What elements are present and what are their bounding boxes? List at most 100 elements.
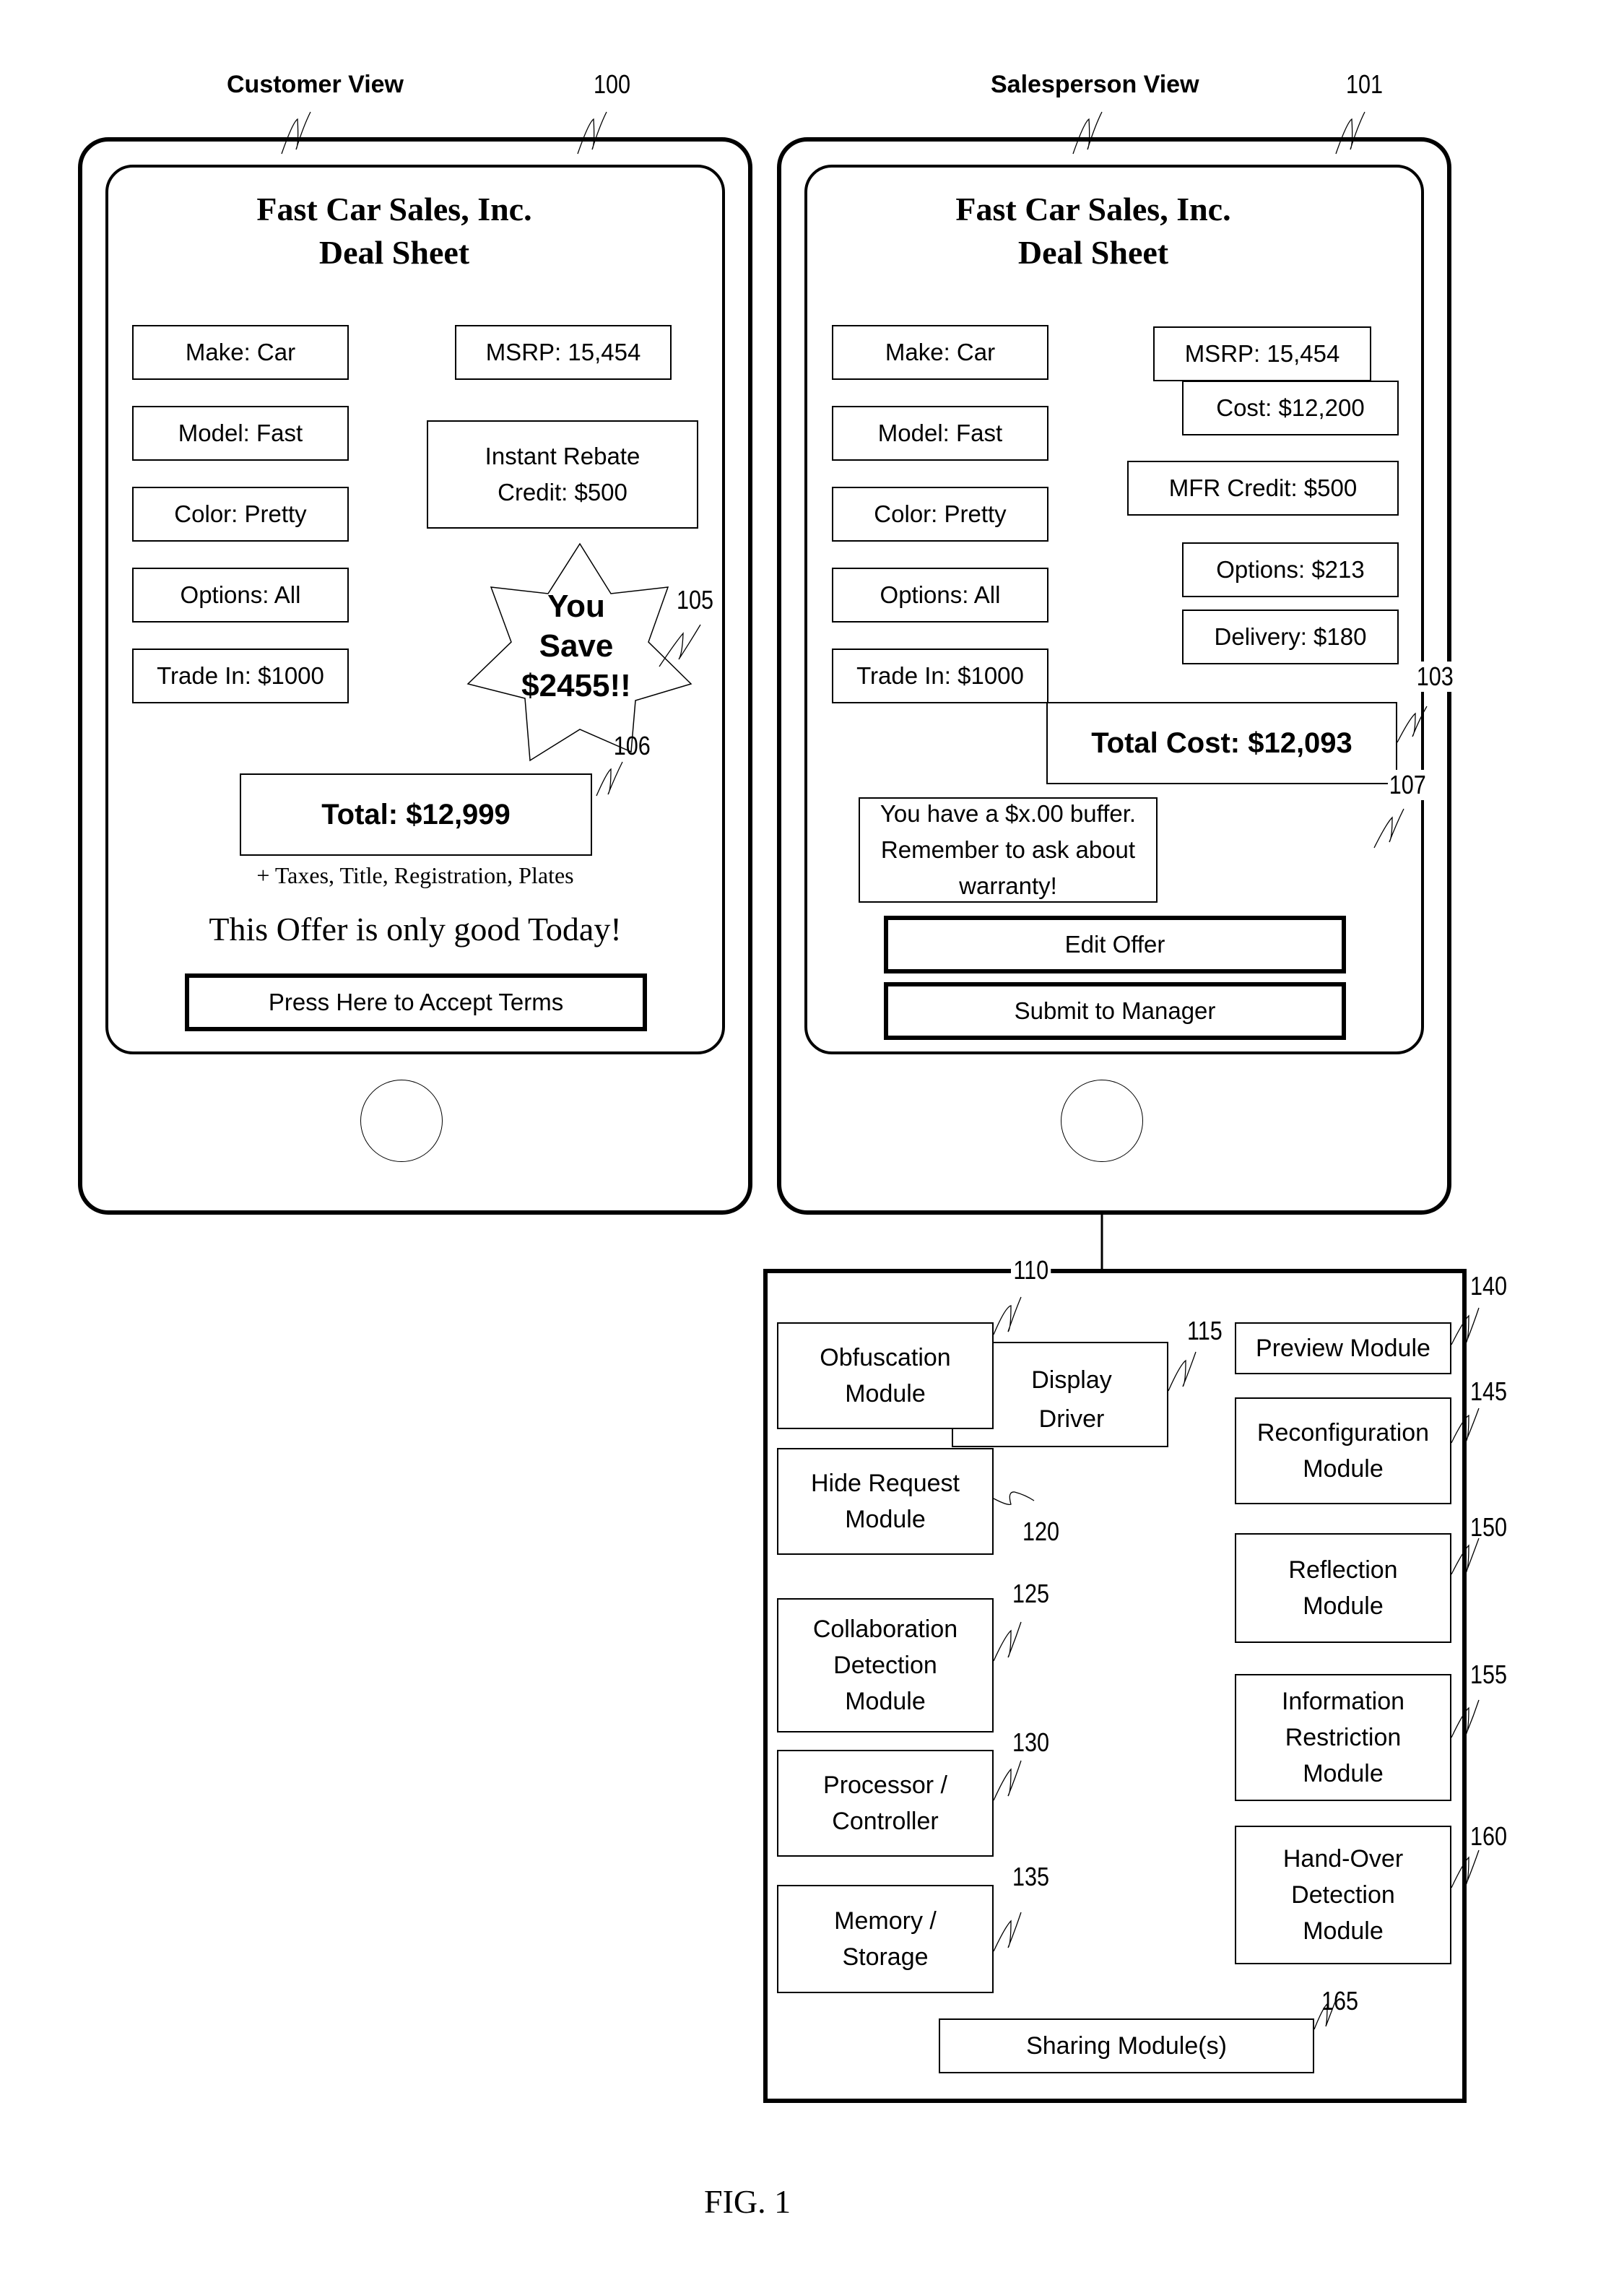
info-restriction-line1: Information <box>1281 1688 1405 1715</box>
memory-line2: Storage <box>842 1943 929 1971</box>
ref-107: 107 <box>1388 770 1428 800</box>
edit-offer-button[interactable]: Edit Offer <box>884 916 1346 973</box>
sales-cost-text-front: Cost: $12,200 <box>1216 394 1365 421</box>
reconfiguration-module: Reconfiguration Module <box>1235 1397 1451 1504</box>
ref-140: 140 <box>1470 1271 1508 1301</box>
customer-trade-in-text: Trade In: $1000 <box>157 662 324 689</box>
sales-total-cost-text: Total Cost: $12,093 <box>1091 727 1352 759</box>
ref-150: 150 <box>1470 1512 1508 1542</box>
reflection-module: Reflection Module <box>1235 1533 1451 1643</box>
ref-145: 145 <box>1470 1376 1508 1406</box>
customer-model-text: Model: Fast <box>178 420 303 446</box>
memory-storage-module: Memory / Storage <box>777 1885 994 1993</box>
collaboration-line3: Module <box>845 1688 926 1715</box>
sales-make-text: Make: Car <box>885 339 996 365</box>
sales-buffer-note: You have a $x.00 buffer. Remember to ask… <box>859 797 1158 903</box>
salesperson-view-label: Salesperson View <box>991 71 1199 98</box>
sales-mfr-credit-text: MFR Credit: $500 <box>1168 474 1358 501</box>
salesperson-home-button[interactable] <box>1061 1080 1143 1162</box>
sales-options-text: Options: All <box>880 581 1001 608</box>
hand-over-line2: Detection <box>1291 1881 1395 1909</box>
customer-home-button[interactable] <box>360 1080 443 1162</box>
sales-delivery-field: Delivery: $180 <box>1182 610 1399 664</box>
customer-msrp-text: MSRP: 15,454 <box>485 339 641 365</box>
customer-view-label: Customer View <box>227 71 404 98</box>
display-driver-line1: Display <box>1031 1366 1112 1394</box>
preview-module: Preview Module <box>1235 1322 1451 1374</box>
memory-line1: Memory / <box>834 1907 937 1935</box>
hide-request-line1: Hide Request <box>810 1470 960 1497</box>
ref-106: 106 <box>612 731 652 761</box>
processor-controller-module: Processor / Controller <box>777 1750 994 1857</box>
savings-burst-text: You Save $2455!! <box>504 586 648 706</box>
preview-line1: Preview Module <box>1256 1335 1430 1362</box>
sales-trade-in-field: Trade In: $1000 <box>832 649 1048 703</box>
figure-label: FIG. 1 <box>704 2183 791 2220</box>
information-restriction-module: Information Restriction Module <box>1235 1674 1451 1801</box>
ref-165: 165 <box>1321 1986 1359 2016</box>
ref-105: 105 <box>677 585 714 615</box>
ref-135: 135 <box>1012 1862 1050 1891</box>
hand-over-detection-module: Hand-Over Detection Module <box>1235 1826 1451 1964</box>
salesperson-title: Fast Car Sales, Inc. Deal Sheet <box>804 188 1382 274</box>
customer-total-box: Total: $12,999 <box>240 773 592 856</box>
reflection-line2: Module <box>1303 1592 1384 1620</box>
savings-line2: Save <box>539 628 614 664</box>
salesperson-company-name: Fast Car Sales, Inc. <box>955 191 1231 227</box>
sales-total-cost-box: Total Cost: $12,093 <box>1046 702 1397 784</box>
customer-options-field: Options: All <box>132 568 349 623</box>
info-restriction-line2: Restriction <box>1285 1724 1402 1751</box>
info-restriction-line3: Module <box>1303 1760 1384 1787</box>
obfuscation-line1: Obfuscation <box>820 1344 951 1371</box>
sales-msrp-text: MSRP: 15,454 <box>1184 340 1340 367</box>
ref-155: 155 <box>1470 1660 1508 1689</box>
sales-msrp-field: MSRP: 15,454 <box>1153 326 1371 381</box>
sales-cost-field-front: Cost: $12,200 <box>1182 381 1399 435</box>
collaboration-line2: Detection <box>833 1652 937 1679</box>
sales-make-field: Make: Car <box>832 325 1048 380</box>
collaboration-line1: Collaboration <box>812 1615 958 1643</box>
savings-line1: You <box>547 589 605 624</box>
ref-115: 115 <box>1187 1316 1223 1345</box>
reflection-line1: Reflection <box>1288 1556 1398 1584</box>
customer-deal-sheet-heading: Deal Sheet <box>318 234 470 271</box>
sales-options-cost-field: Options: $213 <box>1182 542 1399 597</box>
customer-color-text: Color: Pretty <box>174 500 307 527</box>
processor-line2: Controller <box>832 1808 939 1835</box>
customer-trade-in-field: Trade In: $1000 <box>132 649 349 703</box>
customer-company-name: Fast Car Sales, Inc. <box>256 191 532 227</box>
ref-110: 110 <box>1011 1255 1051 1285</box>
customer-msrp-field: MSRP: 15,454 <box>455 325 672 380</box>
sales-trade-in-text: Trade In: $1000 <box>856 662 1024 689</box>
sales-mfr-credit-field: MFR Credit: $500 <box>1127 461 1399 516</box>
ref-125: 125 <box>1012 1579 1050 1608</box>
ref-160: 160 <box>1470 1821 1508 1851</box>
sales-delivery-text: Delivery: $180 <box>1214 623 1367 650</box>
hide-request-line2: Module <box>845 1506 926 1533</box>
customer-make-field: Make: Car <box>132 325 349 380</box>
customer-fees-note: + Taxes, Title, Registration, Plates <box>256 862 574 888</box>
salesperson-deal-sheet-heading: Deal Sheet <box>1017 234 1169 271</box>
submit-to-manager-label: Submit to Manager <box>1014 997 1216 1024</box>
submit-to-manager-button[interactable]: Submit to Manager <box>884 982 1346 1040</box>
sales-model-field: Model: Fast <box>832 406 1048 461</box>
reconfiguration-line1: Reconfiguration <box>1256 1419 1430 1447</box>
hand-over-line1: Hand-Over <box>1282 1845 1404 1873</box>
obfuscation-module: Obfuscation Module <box>777 1322 994 1429</box>
edit-offer-label: Edit Offer <box>1064 931 1165 958</box>
processor-line1: Processor / <box>823 1771 947 1799</box>
customer-total-text: Total: $12,999 <box>321 799 511 830</box>
customer-rebate-field: Instant Rebate Credit: $500 <box>427 420 698 529</box>
reconfiguration-line2: Module <box>1303 1455 1384 1483</box>
accept-terms-label: Press Here to Accept Terms <box>268 989 564 1015</box>
sharing-label: Sharing Module(s) <box>1026 2032 1227 2060</box>
accept-terms-button[interactable]: Press Here to Accept Terms <box>185 973 647 1031</box>
customer-rebate-line1: Instant Rebate <box>485 443 641 469</box>
hide-request-module: Hide Request Module <box>777 1448 994 1555</box>
buffer-note-line1: You have a $x.00 buffer. <box>880 800 1137 827</box>
collaboration-detection-module: Collaboration Detection Module <box>777 1598 994 1732</box>
sales-color-text: Color: Pretty <box>874 500 1007 527</box>
savings-amount: $2455!! <box>521 668 631 703</box>
sharing-module: Sharing Module(s) <box>939 2018 1314 2073</box>
display-driver-line2: Driver <box>1038 1405 1105 1433</box>
